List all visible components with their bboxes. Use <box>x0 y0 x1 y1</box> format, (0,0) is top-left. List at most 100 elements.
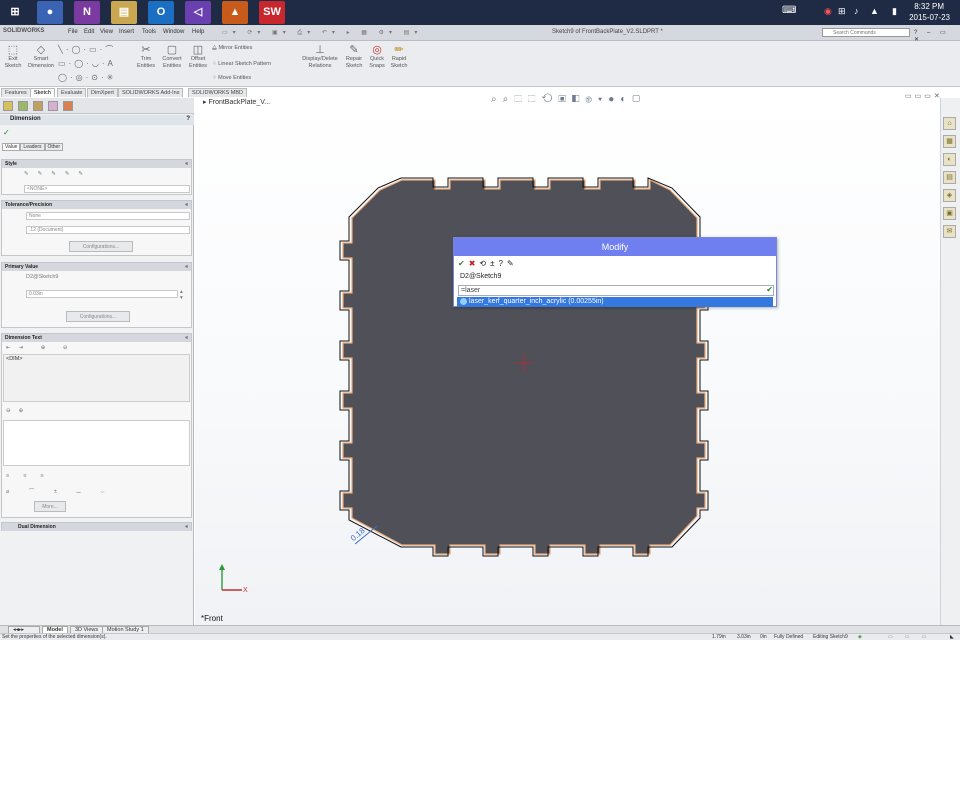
rebuild-status-icon[interactable]: ◈ <box>858 634 862 640</box>
spin-arrows-icon[interactable]: ▴ ▾ <box>180 289 183 301</box>
clock-date[interactable]: 2015-07-23 <box>909 13 950 22</box>
convert-entities-button[interactable]: ▢ Convert Entities <box>158 44 186 70</box>
visual-studio-icon[interactable]: ◁ <box>185 1 211 24</box>
appearances-icon[interactable]: ◈ <box>943 189 956 202</box>
menu-view[interactable]: View <box>100 29 113 35</box>
quick-access-toolbar[interactable]: ▭▾ ⟳▾ ▣▾ ⎙▾ ↶▾ ▸ ▦ ⚙▾ ▤▾ <box>222 29 422 37</box>
offset-entities-button[interactable]: ◫ Offset Entities <box>186 44 210 70</box>
precision-select[interactable]: .12 (Document) <box>26 226 190 234</box>
solidworks-icon[interactable]: SW <box>259 1 285 24</box>
clock-time[interactable]: 8:32 PM <box>914 2 944 11</box>
justification-icons[interactable]: ≡≡≡ <box>6 473 58 479</box>
tab-other[interactable]: Other <box>44 143 64 151</box>
search-commands-input[interactable]: Search Commands <box>822 28 910 37</box>
cancel-x-icon[interactable]: ✖ <box>469 259 476 268</box>
design-library-icon[interactable]: ▦ <box>943 135 956 148</box>
feature-manager-icon[interactable] <box>3 101 13 111</box>
reverse-sense-icon[interactable]: ± <box>490 259 494 268</box>
tab-solidworks-addins[interactable]: SOLIDWORKS Add-Ins <box>118 88 184 97</box>
ok-check-icon[interactable]: ✔ <box>458 259 465 268</box>
tab-features[interactable]: Features <box>1 88 31 97</box>
linear-sketch-pattern-button[interactable]: ⁘ Linear Sketch Pattern <box>212 61 271 68</box>
autocomplete-suggestion[interactable]: laser_kerf_quarter_inch_acrylic (0.00255… <box>457 297 773 307</box>
chrome-icon[interactable]: ● <box>37 1 63 24</box>
style-section-title[interactable]: Style « <box>2 160 191 168</box>
menu-edit[interactable]: Edit <box>84 29 94 35</box>
collapse-icon[interactable]: « <box>185 523 188 531</box>
rebuild-icon[interactable]: ⟲ <box>479 259 486 268</box>
file-explorer-icon[interactable]: ▤ <box>111 1 137 24</box>
windows-start-icon[interactable]: ⊞ <box>2 1 28 24</box>
help-question-icon[interactable]: ? <box>499 259 503 268</box>
help-icon[interactable]: ? <box>186 115 190 124</box>
custom-properties-icon[interactable]: ▣ <box>943 207 956 220</box>
style-icons[interactable]: ✎✎✎✎✎ <box>24 171 92 177</box>
battery-icon[interactable]: ▮ <box>892 6 897 17</box>
acrobat-tray-icon[interactable]: ◉ <box>824 6 832 17</box>
forum-icon[interactable]: ✉ <box>943 225 956 238</box>
collapse-icon[interactable]: « <box>185 201 188 209</box>
tab-solidworks-mbd[interactable]: SOLIDWORKS MBD <box>188 88 248 97</box>
dimxpert-manager-icon[interactable] <box>48 101 58 111</box>
symbol-icons[interactable]: ⌀ ⌒ ± ⌴ ⌵ <box>6 487 114 496</box>
property-manager-icon[interactable] <box>18 101 28 111</box>
tab-evaluate[interactable]: Evaluate <box>57 88 87 97</box>
ok-check-icon[interactable]: ✓ <box>3 128 10 137</box>
collapse-icon[interactable]: « <box>185 263 188 271</box>
tolerance-section-title[interactable]: Tolerance/Precision « <box>2 201 191 209</box>
collapse-icon[interactable]: « <box>185 160 188 168</box>
solidworks-resources-icon[interactable]: ⌂ <box>943 117 956 130</box>
mark-for-drawing-icon[interactable]: ✎ <box>507 259 514 268</box>
menu-help[interactable]: Help <box>192 29 204 35</box>
dimension-text-section-title[interactable]: Dimension Text « <box>2 334 191 342</box>
display-manager-icon[interactable] <box>63 101 73 111</box>
dim-text-icons-2[interactable]: ⊖⊕ <box>6 408 31 414</box>
quick-snaps-button[interactable]: ◎ Quick Snaps <box>367 44 387 70</box>
sketch-tools-grid[interactable]: ╲·◯·▭·⌒ ▭·◯·◡·A ◯·◎·⊙·✳ <box>58 43 130 85</box>
repair-sketch-button[interactable]: ✎ Repair Sketch <box>342 44 366 70</box>
rapid-sketch-button[interactable]: ✏ Rapid Sketch <box>389 44 409 70</box>
dim-text-area-bottom[interactable] <box>3 420 190 466</box>
outlook-icon[interactable]: O <box>148 1 174 24</box>
trim-entities-button[interactable]: ✂ Trim Entities <box>134 44 158 70</box>
primary-value-section-title[interactable]: Primary Value « <box>2 263 191 271</box>
view-palette-icon[interactable]: ▤ <box>943 171 956 184</box>
primary-configurations-button[interactable]: Configurations... <box>66 311 130 322</box>
style-select[interactable]: <NONE> <box>24 185 190 193</box>
modify-dialog-title[interactable]: Modify <box>454 238 776 256</box>
tab-value[interactable]: Value <box>2 143 21 151</box>
file-explorer-pane-icon[interactable]: ◐ <box>943 153 956 166</box>
graphics-area[interactable]: ▸ FrontBackPlate_V... ⌕⌕⬚⬚⟲▣◧⊛▾●◐▢ ▭▭▭✕ … <box>195 93 940 628</box>
configuration-manager-icon[interactable] <box>33 101 43 111</box>
move-entities-button[interactable]: ⁘ Move Entities <box>212 75 251 82</box>
dim-text-justify-icons[interactable]: ⇤⇥ ⊕ ⊖ <box>6 345 76 351</box>
tolerance-type-select[interactable]: None <box>26 212 190 220</box>
dual-dimension-title[interactable]: Dual Dimension « <box>2 523 191 531</box>
more-symbols-button[interactable]: More... <box>34 501 66 512</box>
sketch-canvas[interactable]: X <box>195 98 940 628</box>
dim-text-area-top[interactable] <box>3 354 190 402</box>
wifi-icon[interactable]: ▲ <box>870 6 879 16</box>
accept-value-icon[interactable]: ✔ <box>766 285 773 294</box>
primary-value-input[interactable]: 0.03in <box>26 290 178 298</box>
collapse-icon[interactable]: « <box>185 334 188 342</box>
customize-icon[interactable]: ◣ <box>950 634 954 640</box>
modify-value-input[interactable]: =laser <box>458 285 774 296</box>
mirror-entities-button[interactable]: ⧋ Mirror Entities <box>212 45 252 52</box>
display-delete-relations-button[interactable]: ⊥ Display/Delete Relations <box>300 44 340 70</box>
keyboard-icon[interactable]: ⌨ <box>782 5 796 16</box>
exit-sketch-button[interactable]: ⬚ Exit Sketch <box>3 44 23 70</box>
tab-dimxpert[interactable]: DimXpert <box>87 88 118 97</box>
status-tool-icons[interactable]: ▭▭▭ <box>888 634 938 640</box>
menu-file[interactable]: File <box>68 29 78 35</box>
tolerance-configurations-button[interactable]: Configurations... <box>69 241 133 252</box>
tab-sketch[interactable]: Sketch <box>30 88 55 97</box>
menu-window[interactable]: Window <box>163 29 184 35</box>
smart-dimension-button[interactable]: ◇ Smart Dimension <box>26 44 56 70</box>
windows-tray-icon[interactable]: ⊞ <box>838 6 846 17</box>
volume-icon[interactable]: ♪ <box>854 6 859 16</box>
onenote-icon[interactable]: N <box>74 1 100 24</box>
tab-leaders[interactable]: Leaders <box>20 143 45 151</box>
menu-insert[interactable]: Insert <box>119 29 134 35</box>
menu-tools[interactable]: Tools <box>142 29 156 35</box>
